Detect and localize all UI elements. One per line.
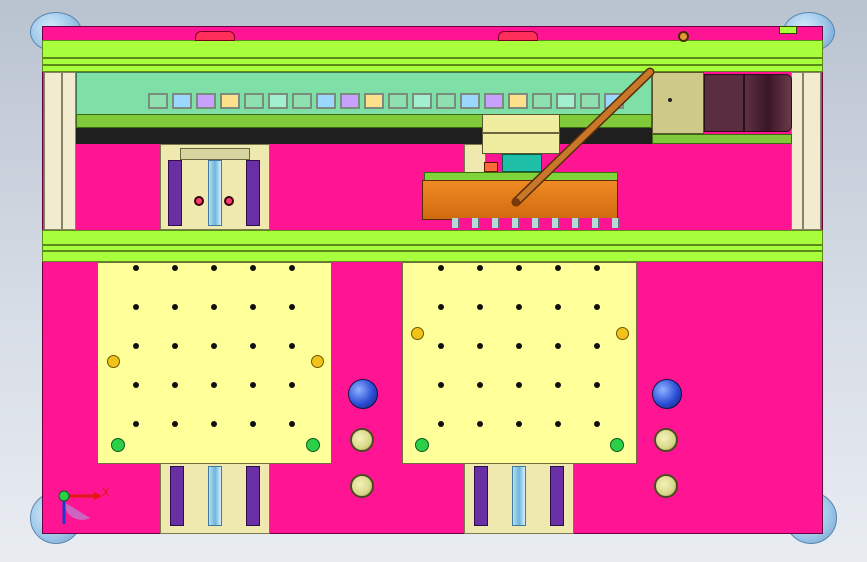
plate-hole [477,421,483,427]
plate-hole [289,343,295,349]
plate-hole [289,382,295,388]
plate-hole [438,382,444,388]
plate-hole [250,343,256,349]
plate-hole [438,421,444,427]
middle-rail-line [42,244,823,246]
plate-hole [172,421,178,427]
green-pin-left-b [306,438,320,452]
plate-hole [594,304,600,310]
fixture-plate-left [97,262,332,464]
knob-left-1 [350,428,374,452]
locating-pin-right-b [616,327,629,340]
plate-hole [133,421,139,427]
plate-hole [477,304,483,310]
plate-hole [477,382,483,388]
plate-hole [555,343,561,349]
lower-rod-left [208,466,222,526]
plate-hole [172,382,178,388]
locating-pin-left-b [311,355,324,368]
plate-hole [438,304,444,310]
plate-hole [594,343,600,349]
plate-hole [594,265,600,271]
locating-pin-right-a [411,327,424,340]
plate-hole [438,343,444,349]
green-pin-right-a [415,438,429,452]
plate-hole [477,265,483,271]
plate-hole [133,265,139,271]
plate-hole [211,265,217,271]
plate-hole [289,421,295,427]
plate-hole [133,343,139,349]
plate-hole [555,265,561,271]
plate-hole [516,265,522,271]
lower-slot-right-a [474,466,488,526]
knob-left-2 [350,474,374,498]
plate-hole [211,304,217,310]
lower-slot-left-a [170,466,184,526]
plate-hole [250,421,256,427]
green-pin-right-b [610,438,624,452]
locating-pin-left-a [107,355,120,368]
plate-hole [594,382,600,388]
plate-hole [555,304,561,310]
axis-x-label: X [102,486,110,499]
middle-rail [42,230,823,262]
plate-hole [250,304,256,310]
lower-slot-right-b [550,466,564,526]
plate-hole [289,304,295,310]
plate-hole [438,265,444,271]
plate-hole [594,421,600,427]
plate-hole [516,382,522,388]
knob-right-1 [654,428,678,452]
plate-hole [250,382,256,388]
plate-hole [172,343,178,349]
plate-hole [250,265,256,271]
plate-hole [211,421,217,427]
middle-rail-line-2 [42,250,823,252]
lower-rod-right [512,466,526,526]
plate-hole [133,304,139,310]
plate-hole [477,343,483,349]
plate-hole [172,265,178,271]
plate-hole [289,265,295,271]
fixture-plate-right [402,262,637,464]
knob-right-2 [654,474,678,498]
plate-hole [211,343,217,349]
green-pin-left-a [111,438,125,452]
lower-slot-left-b [246,466,260,526]
screw-head-right [652,379,682,409]
axis-triad-icon [58,490,102,524]
plate-hole [555,421,561,427]
plate-hole [211,382,217,388]
plate-hole [133,382,139,388]
plate-hole [516,343,522,349]
plate-hole [172,304,178,310]
screw-head-left [348,379,378,409]
plate-hole [516,421,522,427]
plate-hole [555,382,561,388]
plate-hole [516,304,522,310]
